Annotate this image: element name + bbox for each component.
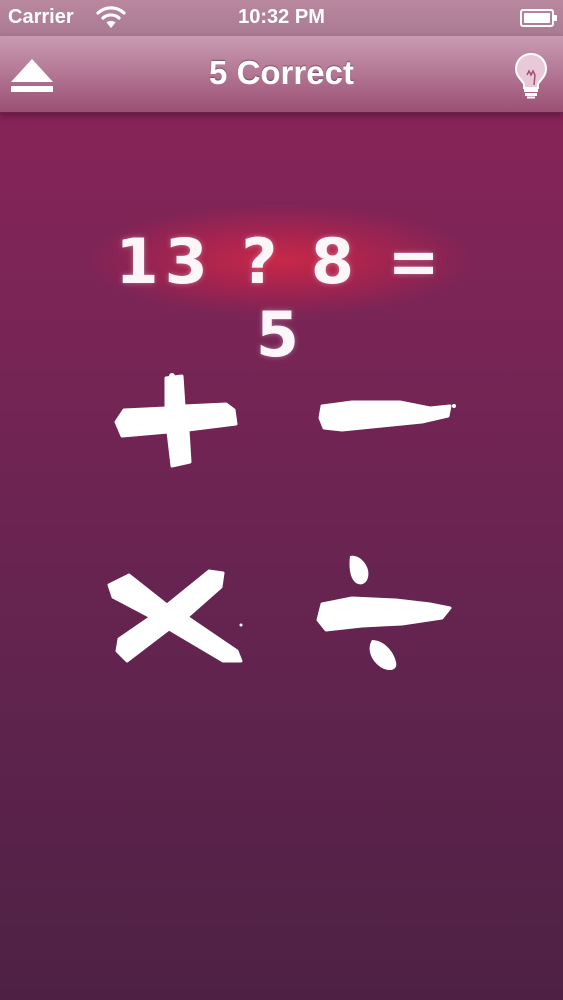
- equation-panel: 13 ? 8 = 5: [88, 205, 473, 371]
- times-icon: [105, 565, 250, 670]
- status-bar: Carrier 10:32 PM: [0, 0, 563, 36]
- score-title: 5 Correct: [209, 54, 354, 91]
- lightbulb-icon: [513, 51, 549, 99]
- plus-icon: [108, 370, 243, 475]
- divide-icon: [312, 548, 457, 673]
- minus-button[interactable]: [312, 392, 462, 442]
- plus-button[interactable]: [108, 370, 243, 475]
- battery-icon: [520, 9, 557, 27]
- equation-text: 13 ? 8 = 5: [115, 225, 446, 371]
- divide-button[interactable]: [312, 548, 457, 673]
- nav-bar: 5 Correct: [0, 36, 563, 113]
- hint-button[interactable]: [513, 51, 549, 99]
- clock: 10:32 PM: [238, 6, 325, 28]
- times-button[interactable]: [105, 565, 250, 670]
- minus-icon: [312, 392, 462, 442]
